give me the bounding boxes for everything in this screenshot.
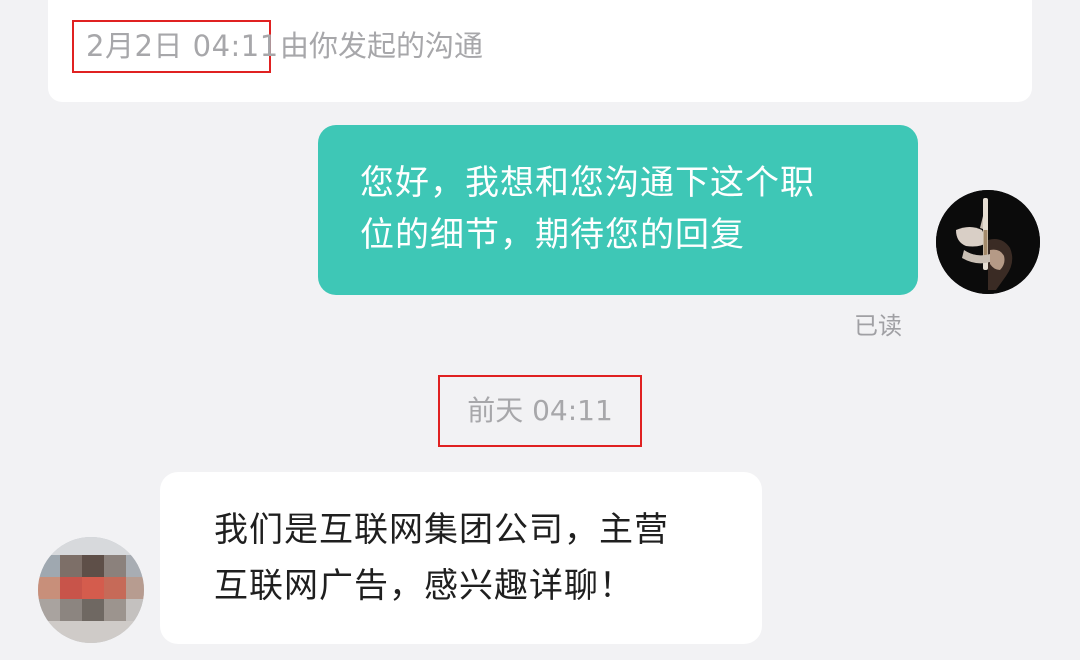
self-avatar[interactable] [936, 190, 1040, 294]
self-avatar-image [936, 190, 1040, 294]
outgoing-message-line: 位的细节，期待您的回复 [360, 215, 745, 255]
time-divider: 前天 04:11 [467, 394, 613, 427]
read-status: 已读 [854, 312, 902, 340]
conversation-start-note: 由你发起的沟通 [280, 29, 484, 63]
incoming-message-line: 我们是互联网集团公司，主营 [214, 510, 669, 550]
contact-avatar[interactable] [38, 537, 144, 643]
outgoing-message-line: 您好，我想和您沟通下这个职 [360, 163, 815, 203]
incoming-message-line: 互联网广告，感兴趣详聊！ [214, 566, 634, 606]
outgoing-message-bubble[interactable]: 您好，我想和您沟通下这个职 位的细节，期待您的回复 [318, 125, 918, 295]
contact-avatar-image-pixelated [38, 537, 144, 643]
conversation-start-date: 2月2日 04:11 [86, 29, 279, 63]
incoming-message-bubble[interactable]: 我们是互联网集团公司，主营 互联网广告，感兴趣详聊！ [160, 472, 762, 644]
